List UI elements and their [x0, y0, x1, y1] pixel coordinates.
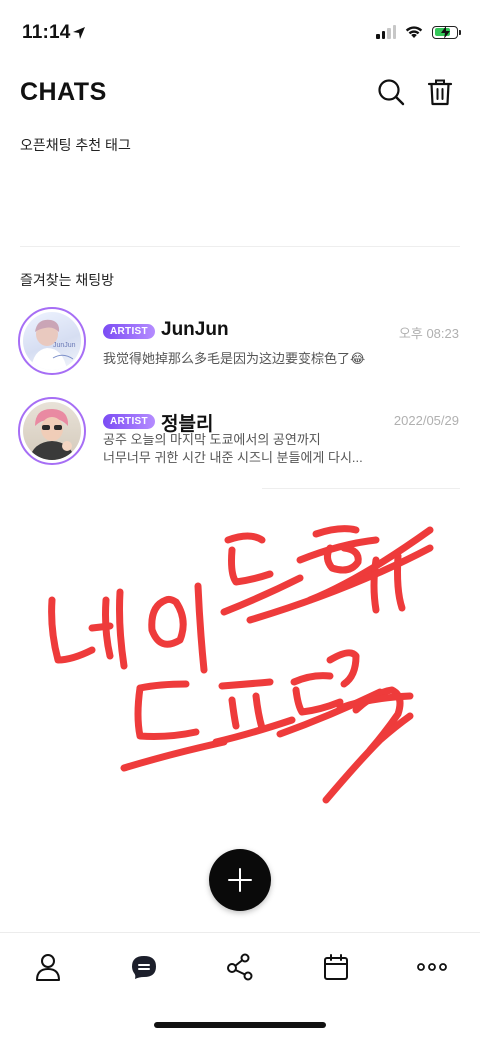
chat-room-jeongbeulli[interactable]: ARTIST 정블리 2022/05/29 공주 오늘의 마지막 도쿄에서의 공…	[0, 397, 480, 471]
chat-preview: 我觉得她掉那么多毛是因为这边要变棕色了😂	[103, 351, 366, 366]
status-indicators	[376, 25, 461, 39]
chat-preview-line-2: 너무너무 귀한 시간 내준 시즈니 분들에게 다시...	[103, 450, 363, 465]
calendar-icon	[324, 954, 348, 980]
chat-bubble-icon	[132, 956, 156, 979]
plus-icon	[228, 868, 252, 892]
share-network-icon	[227, 953, 253, 981]
tab-connect[interactable]	[220, 951, 260, 983]
chat-time: 2022/05/29	[393, 413, 459, 428]
chat-time: 오후 08:23	[398, 326, 459, 341]
battery-charging-icon	[432, 25, 461, 39]
tab-profile[interactable]	[28, 951, 68, 983]
home-indicator[interactable]	[154, 1022, 326, 1028]
page-title: CHATS	[20, 78, 107, 106]
divider	[262, 488, 460, 489]
trash-icon[interactable]	[424, 76, 456, 108]
chat-preview-line-1: 공주 오늘의 마지막 도쿄에서의 공연까지	[103, 432, 321, 447]
tab-more[interactable]	[412, 951, 452, 983]
artist-badge: ARTIST	[103, 414, 155, 429]
status-time: 11:14	[22, 22, 71, 43]
open-chat-tags-label: 오픈채팅 추천 태그	[20, 137, 131, 153]
chat-room-name: JunJun	[161, 319, 229, 340]
divider	[20, 246, 460, 247]
cellular-signal-icon	[376, 25, 396, 39]
handwriting-scribble	[48, 525, 434, 804]
more-dots-icon	[417, 963, 447, 971]
person-icon	[36, 954, 60, 981]
chat-room-junjun[interactable]: JunJun ARTIST JunJun 오후 08:23 我觉得她掉那么多毛是…	[0, 307, 480, 381]
location-arrow-icon	[72, 26, 86, 45]
avatar-caption: JunJun	[53, 342, 76, 349]
new-chat-button[interactable]	[209, 849, 271, 911]
avatar	[18, 397, 86, 465]
avatar: JunJun	[18, 307, 86, 375]
favorites-label: 즐겨찾는 채팅방	[20, 272, 115, 288]
tab-calendar[interactable]	[316, 951, 356, 983]
artist-badge: ARTIST	[103, 324, 155, 339]
wifi-icon	[405, 26, 423, 38]
search-icon[interactable]	[375, 76, 407, 108]
tab-chats[interactable]	[124, 951, 164, 983]
